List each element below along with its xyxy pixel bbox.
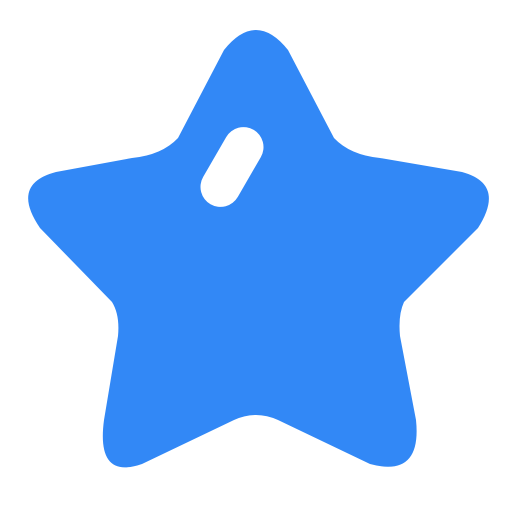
icon-canvas: [0, 0, 512, 512]
star-icon: [28, 30, 489, 468]
star-shape: [28, 30, 489, 468]
